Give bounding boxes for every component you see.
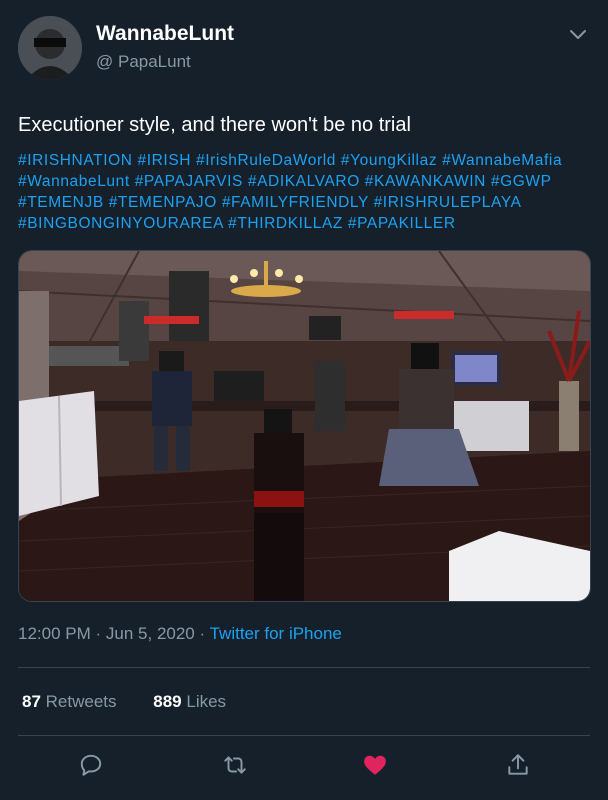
user-handle[interactable]: @ PapaLunt <box>96 52 191 72</box>
display-name[interactable]: WannabeLunt <box>96 22 234 46</box>
meta-separator: · <box>95 624 102 643</box>
tweet-date[interactable]: Jun 5, 2020 <box>106 624 195 643</box>
hashtag-link[interactable]: #IrishRuleDaWorld <box>196 152 336 169</box>
hashtag-link[interactable]: #THIRDKILLAZ <box>228 215 343 232</box>
reply-icon[interactable] <box>78 752 104 778</box>
hashtag-link[interactable]: #PAPAJARVIS <box>135 173 243 190</box>
hashtag-link[interactable]: #FAMILYFRIENDLY <box>222 194 369 211</box>
hashtag-link[interactable]: #ADIKALVARO <box>248 173 360 190</box>
share-icon[interactable] <box>505 752 531 778</box>
likes-count: 889 <box>153 692 182 711</box>
tweet-meta: 12:00 PM · Jun 5, 2020 · Twitter for iPh… <box>18 624 342 644</box>
hashtag-link[interactable]: #BINGBONGINYOURAREA <box>18 215 223 232</box>
tweet-text: Executioner style, and there won't be no… <box>18 114 411 136</box>
tweet-stats: 87 Retweets 889 Likes <box>22 692 226 712</box>
meta-separator: · <box>199 624 206 643</box>
tweet-source-link[interactable]: Twitter for iPhone <box>210 624 342 643</box>
hashtag-link[interactable]: #IRISHNATION <box>18 152 133 169</box>
retweets-stat[interactable]: 87 Retweets <box>22 692 117 712</box>
tweet-time[interactable]: 12:00 PM <box>18 624 91 643</box>
retweets-label: Retweets <box>45 692 117 711</box>
hashtag-link[interactable]: #IRISH <box>138 152 192 169</box>
hashtag-link[interactable]: #GGWP <box>491 173 551 190</box>
retweet-icon[interactable] <box>222 752 248 778</box>
hashtag-link[interactable]: #PAPAKILLER <box>348 215 456 232</box>
tweet-media-image[interactable] <box>18 250 591 602</box>
hashtag-link[interactable]: #IRISHRULEPLAYA <box>374 194 521 211</box>
hashtag-link[interactable]: #KAWANKAWIN <box>365 173 486 190</box>
retweets-count: 87 <box>22 692 41 711</box>
hashtag-list: #IRISHNATION #IRISH #IrishRuleDaWorld #Y… <box>18 150 598 234</box>
hashtag-link[interactable]: #WannabeMafia <box>442 152 562 169</box>
divider <box>18 667 590 668</box>
avatar[interactable] <box>18 16 82 80</box>
hashtag-link[interactable]: #TEMENPAJO <box>109 194 217 211</box>
likes-label: Likes <box>186 692 227 711</box>
hashtag-link[interactable]: #WannabeLunt <box>18 173 130 190</box>
hashtag-link[interactable]: #YoungKillaz <box>341 152 437 169</box>
likes-stat[interactable]: 889 Likes <box>153 692 226 712</box>
divider <box>18 735 590 736</box>
hashtag-link[interactable]: #TEMENJB <box>18 194 104 211</box>
chevron-down-icon[interactable] <box>566 22 590 46</box>
heart-icon[interactable] <box>362 752 388 778</box>
